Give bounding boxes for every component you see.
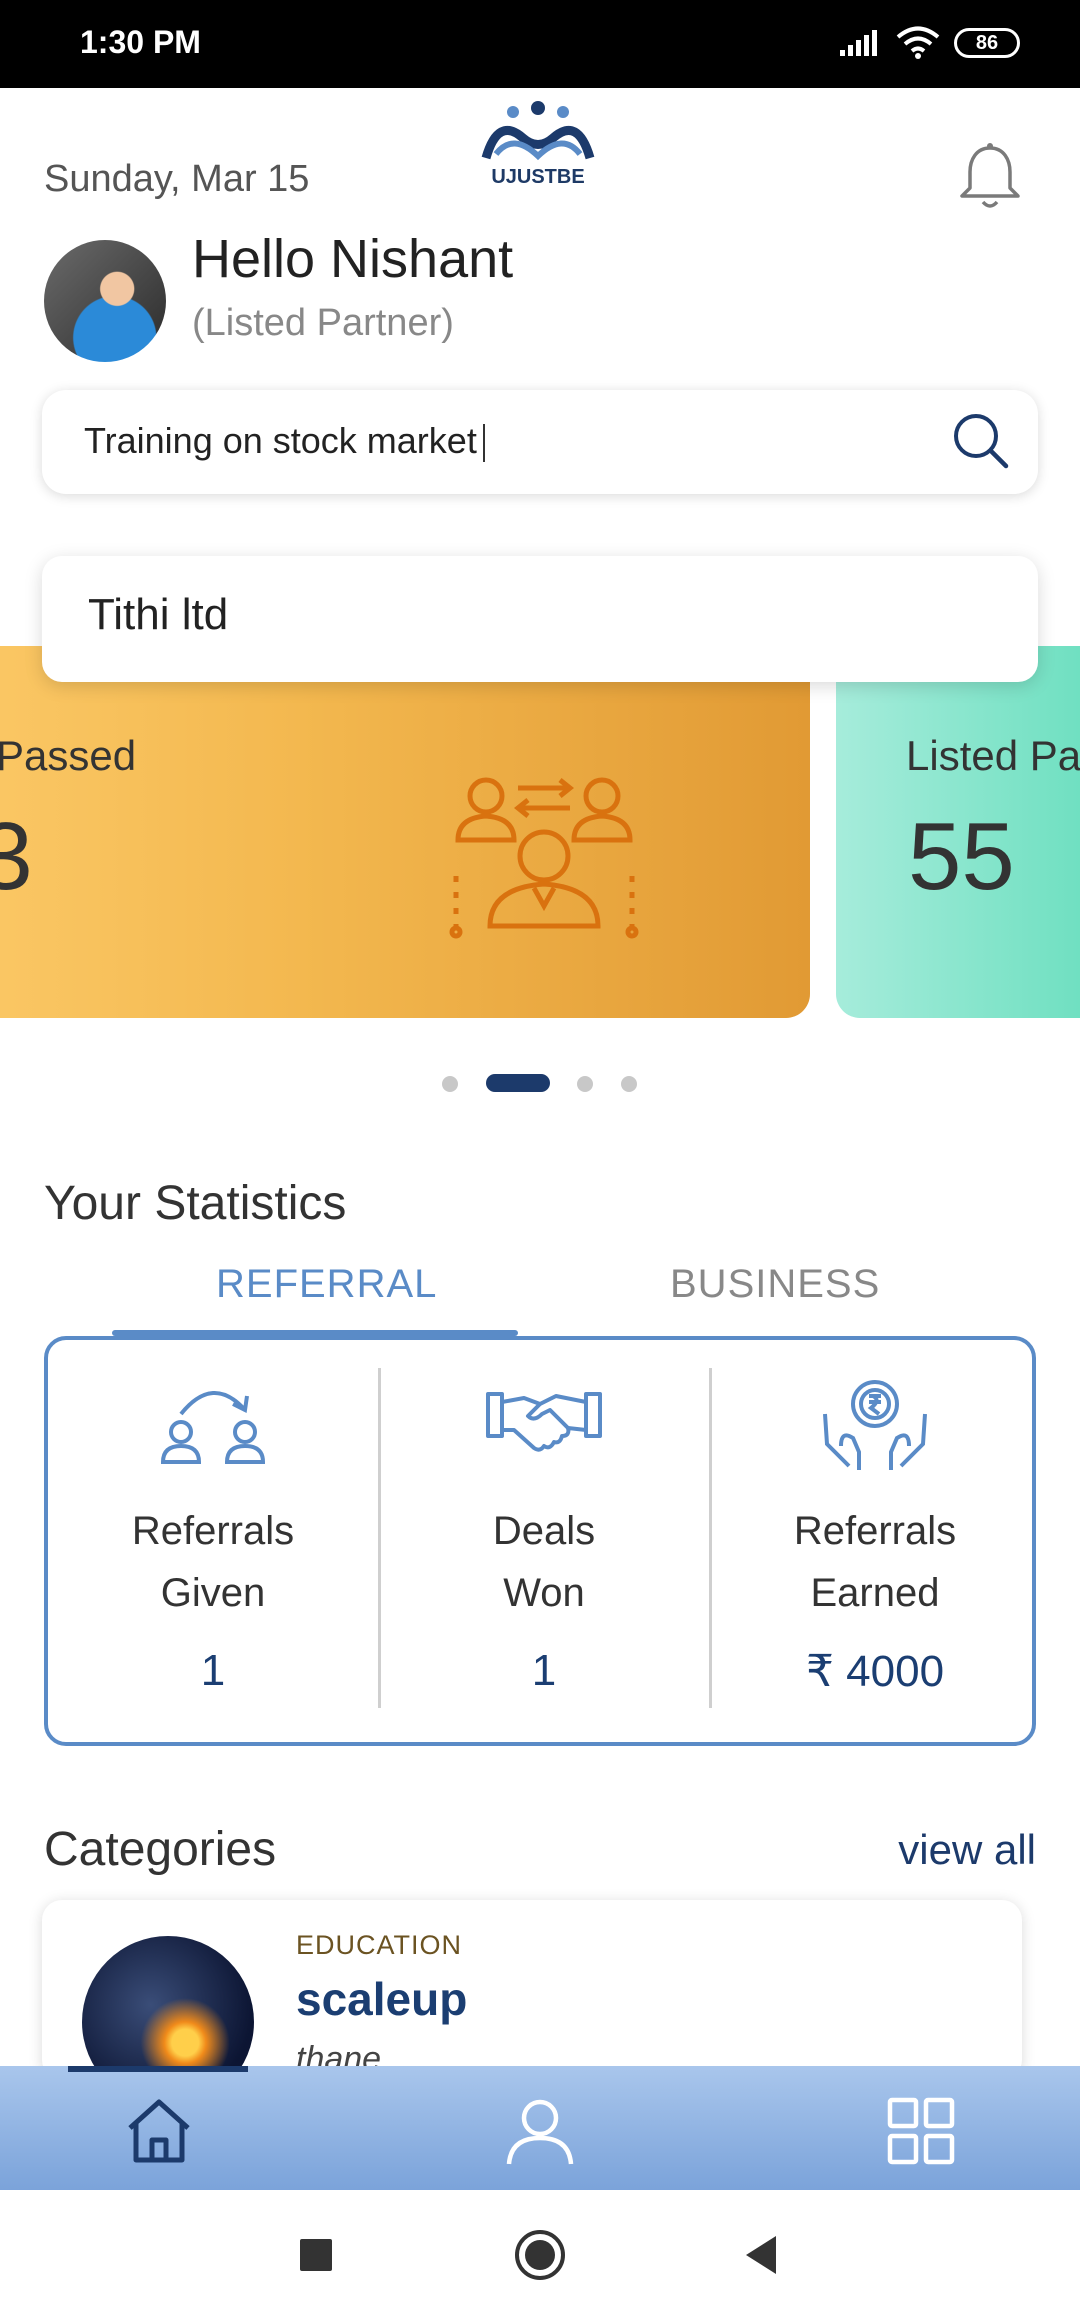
text-caret	[482, 424, 485, 463]
greeting: Hello Nishant	[192, 229, 514, 289]
statistics-panel: Referrals Given 1 Deals Won 1 Referrals Ear…	[44, 1336, 1036, 1746]
category-card[interactable]: EDUCATION scaleup thane	[42, 1900, 1022, 2080]
card-label: Referrals Passed	[0, 732, 137, 779]
search-value: Training on stock market	[84, 420, 477, 461]
view-all-link[interactable]: view all	[898, 1826, 1036, 1874]
carousel-dot[interactable]	[621, 1076, 637, 1092]
recents-button-icon[interactable]	[289, 2228, 343, 2282]
stats-carousel[interactable]: Referrals Passed 63 Listed Partners 55	[0, 646, 1080, 1018]
statistics-title: Your Statistics	[44, 1177, 347, 1230]
category-name: scaleup	[296, 1973, 468, 2025]
referral-exchange-icon	[449, 777, 639, 939]
referral-given-icon	[160, 1391, 266, 1464]
status-time: 1:30 PM	[80, 24, 201, 60]
stat-referrals-earned: Referrals Earned ₹ 4000	[710, 1340, 1040, 1742]
stat-label-line: Deals	[492, 1509, 596, 1553]
carousel-card-listed-partners[interactable]: Listed Partners 55	[836, 646, 1080, 1018]
tab-referral[interactable]: REFERRAL	[216, 1262, 437, 1307]
card-value: 55	[908, 803, 1015, 910]
stat-label: Referrals Given	[48, 1500, 378, 1624]
search-input[interactable]: Training on stock market	[84, 420, 485, 463]
card-label: Listed Partners	[906, 732, 1080, 779]
card-value: 63	[0, 803, 33, 910]
search-bar[interactable]: Training on stock market	[42, 390, 1038, 494]
carousel-dot[interactable]	[577, 1076, 593, 1092]
suggestion-item[interactable]: Tithi ltd	[88, 590, 228, 640]
stat-referrals-given: Referrals Given 1	[48, 1340, 378, 1742]
stat-value: 1	[200, 1646, 226, 1695]
grid-icon[interactable]	[884, 2094, 958, 2168]
status-icons: 86	[838, 26, 1020, 60]
user-role: (Listed Partner)	[192, 302, 454, 344]
logo-icon	[481, 101, 595, 161]
handshake-icon	[486, 1392, 602, 1452]
search-icon[interactable]	[948, 408, 1014, 474]
stat-value: 1	[531, 1646, 557, 1695]
stat-deals-won: Deals Won 1	[379, 1340, 709, 1742]
stat-label: Deals Won	[379, 1500, 709, 1624]
system-navigation	[0, 2190, 1080, 2317]
back-button-icon[interactable]	[736, 2228, 790, 2282]
stat-label: Referrals Earned	[710, 1500, 1040, 1624]
carousel-indicator	[0, 1072, 1080, 1092]
avatar[interactable]	[44, 240, 166, 362]
profile-icon[interactable]	[503, 2094, 577, 2168]
category-tag: EDUCATION	[296, 1930, 463, 1960]
home-button-icon[interactable]	[513, 2228, 567, 2282]
categories-title: Categories	[44, 1823, 277, 1876]
wifi-icon	[896, 26, 940, 59]
carousel-dot[interactable]	[442, 1076, 458, 1092]
stat-label-line: Referrals	[131, 1509, 295, 1553]
bell-icon[interactable]	[952, 138, 1028, 214]
battery-indicator: 86	[954, 28, 1020, 58]
bottom-navigation	[0, 2066, 1080, 2190]
home-icon[interactable]	[122, 2094, 196, 2168]
status-bar: 1:30 PM 86	[0, 0, 1080, 88]
stat-label-line: Given	[160, 1571, 266, 1615]
stat-label-line: Won	[503, 1571, 585, 1615]
carousel-card-referrals-passed[interactable]: Referrals Passed 63	[0, 646, 810, 1018]
date-label: Sunday, Mar 15	[44, 158, 310, 200]
stat-label-line: Referrals	[793, 1509, 957, 1553]
stat-value: ₹ 4000	[805, 1647, 945, 1696]
stat-label-line: Earned	[810, 1571, 940, 1615]
signal-icon	[840, 30, 877, 56]
money-hands-icon	[823, 1380, 927, 1470]
search-suggestions: Tithi ltd	[42, 556, 1038, 682]
nav-active-indicator	[68, 2066, 248, 2072]
app-logo: UJUSTBE	[478, 96, 598, 192]
category-image	[82, 1936, 254, 2080]
carousel-dot-active[interactable]	[486, 1074, 550, 1092]
tab-business[interactable]: BUSINESS	[670, 1262, 880, 1307]
logo-text: UJUSTBE	[491, 166, 585, 188]
